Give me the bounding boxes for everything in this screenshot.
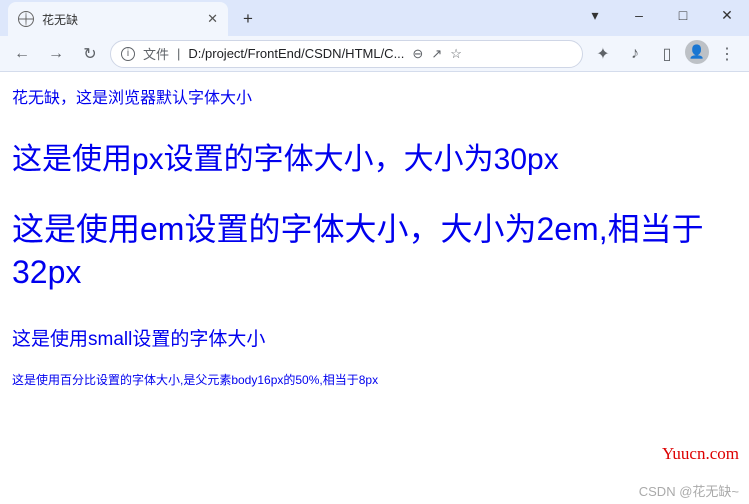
page-content: 花无缺，这是浏览器默认字体大小 这是使用px设置的字体大小，大小为30px 这是… [0, 72, 749, 400]
media-icon[interactable]: ♪ [621, 40, 649, 68]
star-icon[interactable]: ☆ [450, 46, 462, 62]
menu-icon[interactable]: ⋮ [713, 40, 741, 68]
info-icon[interactable]: i [121, 47, 135, 61]
browser-toolbar: ← → ↻ i 文件 | D:/project/FrontEnd/CSDN/HT… [0, 36, 749, 72]
new-tab-button[interactable]: + [234, 5, 262, 33]
text-em-size: 这是使用em设置的字体大小，大小为2em,相当于32px [12, 208, 737, 294]
window-controls: ▾ – □ ✕ [573, 0, 749, 30]
tab-title: 花无缺 [42, 11, 199, 28]
forward-button[interactable]: → [42, 40, 70, 68]
share-icon[interactable]: ↗ [431, 46, 442, 62]
tab-strip: 花无缺 ✕ + [8, 2, 262, 36]
sidepanel-icon[interactable]: ▯ [653, 40, 681, 68]
chevron-down-icon[interactable]: ▾ [573, 0, 617, 30]
toolbar-right: ✦ ♪ ▯ 👤 ⋮ [589, 40, 741, 68]
close-icon[interactable]: ✕ [207, 11, 218, 27]
url-path: D:/project/FrontEnd/CSDN/HTML/C... [188, 46, 404, 61]
minimize-button[interactable]: – [617, 0, 661, 30]
maximize-button[interactable]: □ [661, 0, 705, 30]
globe-icon [18, 11, 34, 27]
close-button[interactable]: ✕ [705, 0, 749, 30]
watermark-author: CSDN @花无缺~ [639, 481, 739, 500]
zoom-icon[interactable]: ⊖ [412, 46, 423, 62]
text-px-size: 这是使用px设置的字体大小，大小为30px [12, 134, 737, 178]
watermark-site: Yuucn.com [662, 444, 739, 464]
text-small-size: 这是使用small设置的字体大小 [12, 324, 737, 351]
reload-button[interactable]: ↻ [76, 40, 104, 68]
text-percent-size: 这是使用百分比设置的字体大小,是父元素body16px的50%,相当于8px [12, 371, 737, 388]
text-default-size: 花无缺，这是浏览器默认字体大小 [12, 84, 737, 108]
file-scheme-label: 文件 [143, 44, 169, 63]
extensions-icon[interactable]: ✦ [589, 40, 617, 68]
browser-tab[interactable]: 花无缺 ✕ [8, 2, 228, 36]
separator: | [177, 46, 180, 61]
window-titlebar: 花无缺 ✕ + ▾ – □ ✕ [0, 0, 749, 36]
avatar[interactable]: 👤 [685, 40, 709, 64]
back-button[interactable]: ← [8, 40, 36, 68]
address-bar[interactable]: i 文件 | D:/project/FrontEnd/CSDN/HTML/C..… [110, 40, 583, 68]
